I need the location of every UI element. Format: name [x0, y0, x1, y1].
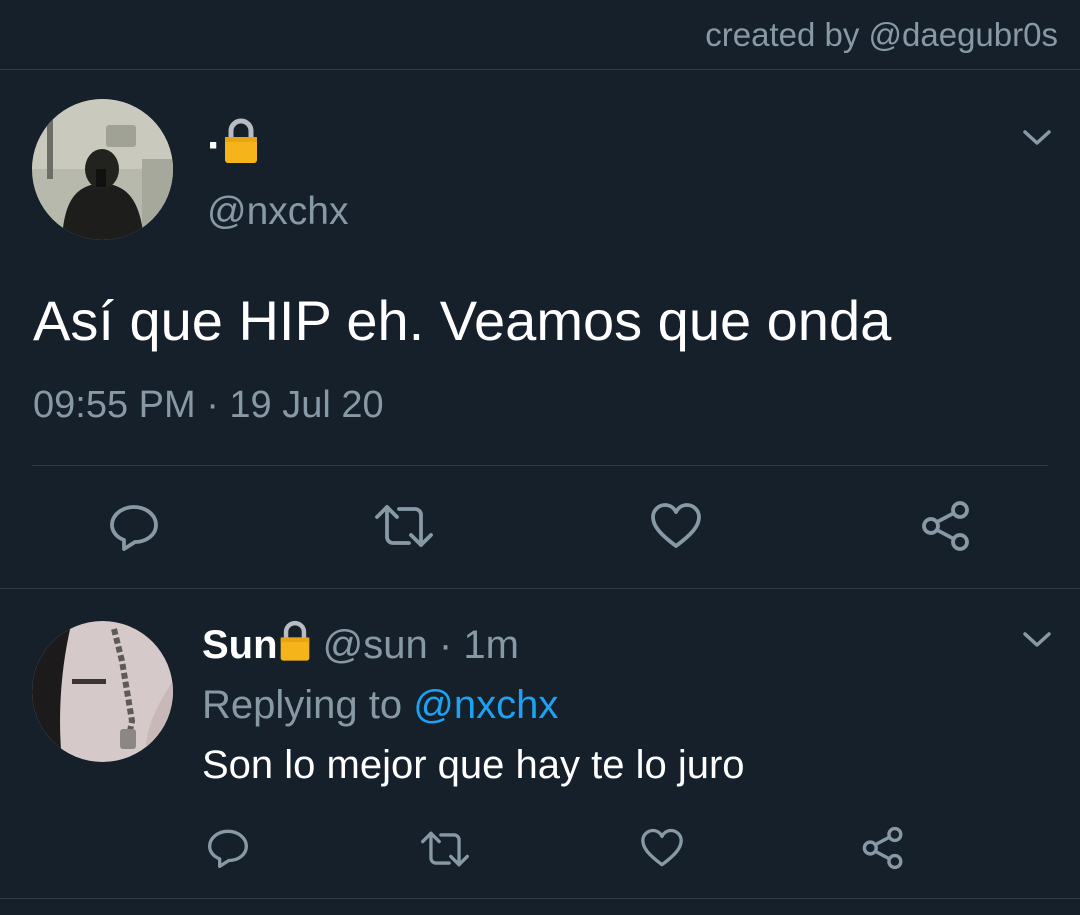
avatar[interactable]: [32, 99, 173, 240]
retweet-icon[interactable]: [419, 830, 471, 868]
relative-time: 1m: [463, 623, 519, 667]
avatar[interactable]: [32, 621, 173, 762]
chevron-down-icon[interactable]: [1022, 630, 1052, 650]
lock-icon: [278, 620, 312, 672]
share-icon[interactable]: [919, 500, 973, 552]
like-icon[interactable]: [650, 502, 702, 550]
divider: [32, 465, 1048, 466]
share-icon[interactable]: [860, 826, 906, 870]
display-name[interactable]: Sun: [202, 623, 278, 667]
separator: ·: [427, 623, 464, 667]
user-handle[interactable]: @sun: [323, 623, 428, 667]
like-icon[interactable]: [640, 828, 684, 868]
reply-icon[interactable]: [206, 828, 250, 868]
replying-to: Replying to @nxchx: [202, 683, 559, 727]
credit-text: created by @daegubr0s: [705, 16, 1058, 53]
mention-link[interactable]: @nxchx: [413, 683, 558, 727]
divider: [0, 69, 1080, 70]
display-name[interactable]: ·: [207, 118, 260, 174]
reply-header: Sun @sun · 1m: [202, 620, 519, 672]
divider: [0, 898, 1080, 899]
tweet-text: Son lo mejor que hay te lo juro: [202, 743, 745, 787]
reply-icon[interactable]: [108, 503, 160, 551]
timestamp[interactable]: 09:55 PM · 19 Jul 20: [33, 384, 384, 427]
tweet-text: Así que HIP eh. Veamos que onda: [33, 289, 892, 352]
lock-icon: [222, 118, 260, 174]
retweet-icon[interactable]: [373, 503, 435, 549]
chevron-down-icon[interactable]: [1022, 128, 1052, 148]
divider: [0, 588, 1080, 589]
user-handle[interactable]: @nxchx: [207, 190, 348, 234]
